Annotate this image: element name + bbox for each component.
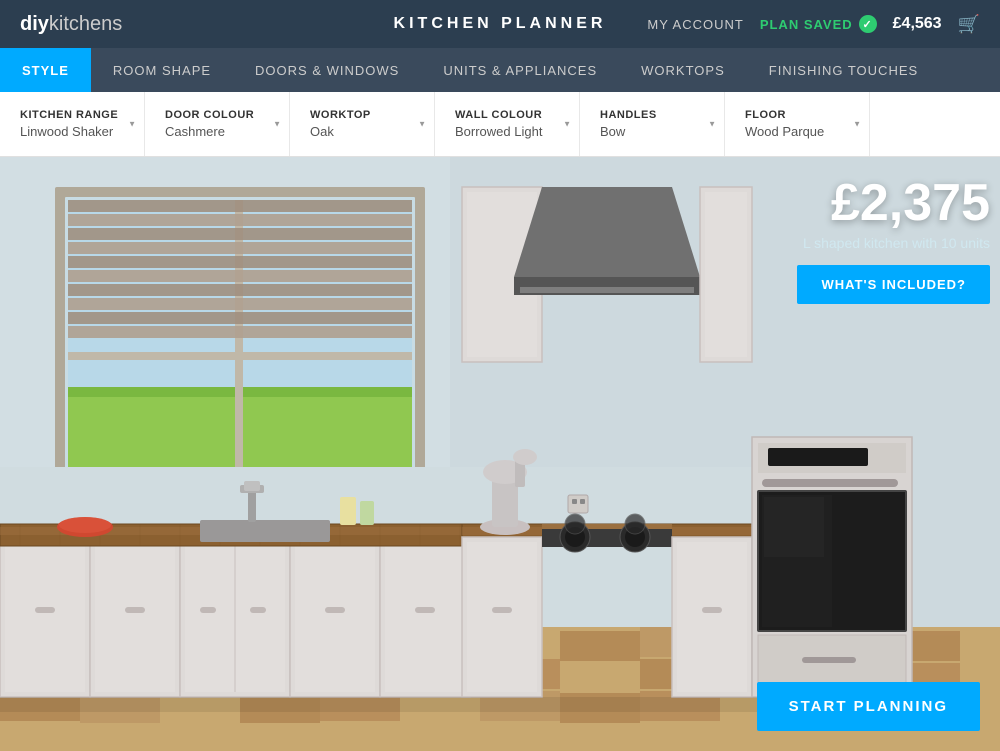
- whats-included-button[interactable]: WHAT'S INCLUDED?: [797, 265, 990, 304]
- option-worktop[interactable]: WORKTOP Oak: [290, 92, 435, 156]
- main-nav: STYLEROOM SHAPEDOORS & WINDOWSUNITS & AP…: [0, 48, 1000, 92]
- option-label-door-colour: DOOR COLOUR: [165, 109, 269, 121]
- option-value-handles: Bow: [600, 124, 704, 139]
- option-door-colour[interactable]: DOOR COLOUR Cashmere: [145, 92, 290, 156]
- logo-kitchens: kitchens: [49, 13, 122, 36]
- header-right: MY ACCOUNT PLAN SAVED ✓ £4,563 🛒: [647, 14, 980, 35]
- option-value-floor: Wood Parque: [745, 124, 849, 139]
- kitchen-scene: £2,375 L shaped kitchen with 10 units WH…: [0, 157, 1000, 751]
- cart-icon[interactable]: 🛒: [958, 14, 980, 35]
- option-label-handles: HANDLES: [600, 109, 704, 121]
- nav-item-units-appliances[interactable]: UNITS & APPLIANCES: [421, 48, 619, 92]
- logo: diy kitchens: [20, 13, 122, 36]
- option-handles[interactable]: HANDLES Bow: [580, 92, 725, 156]
- option-label-wall-colour: WALL COLOUR: [455, 109, 559, 121]
- nav-item-worktops[interactable]: WORKTOPS: [619, 48, 747, 92]
- start-planning-button[interactable]: START PLANNING: [757, 682, 980, 731]
- option-value-wall-colour: Borrowed Light: [455, 124, 559, 139]
- option-label-worktop: WORKTOP: [310, 109, 414, 121]
- check-icon: ✓: [859, 15, 877, 33]
- kitchen-description: L shaped kitchen with 10 units: [797, 235, 990, 251]
- logo-diy: diy: [20, 13, 49, 36]
- kitchen-price: £2,375: [797, 177, 990, 229]
- info-panel: £2,375 L shaped kitchen with 10 units WH…: [797, 177, 990, 304]
- header-title: KITCHEN PLANNER: [394, 15, 607, 33]
- option-value-worktop: Oak: [310, 124, 414, 139]
- my-account-link[interactable]: MY ACCOUNT: [647, 17, 743, 32]
- nav-item-room-shape[interactable]: ROOM SHAPE: [91, 48, 233, 92]
- option-wall-colour[interactable]: WALL COLOUR Borrowed Light: [435, 92, 580, 156]
- option-floor[interactable]: FLOOR Wood Parque: [725, 92, 870, 156]
- option-label-floor: FLOOR: [745, 109, 849, 121]
- nav-item-style[interactable]: STYLE: [0, 48, 91, 92]
- plan-saved-status: PLAN SAVED ✓: [760, 15, 877, 33]
- options-bar: KITCHEN RANGE Linwood ShakerDOOR COLOUR …: [0, 92, 1000, 157]
- kitchen-scene-container: £2,375 L shaped kitchen with 10 units WH…: [0, 157, 1000, 751]
- nav-item-finishing-touches[interactable]: FINISHING TOUCHES: [747, 48, 940, 92]
- nav-item-doors-windows[interactable]: DOORS & WINDOWS: [233, 48, 421, 92]
- header-price: £4,563: [893, 15, 942, 33]
- option-label-kitchen-range: KITCHEN RANGE: [20, 109, 124, 121]
- header: diy kitchens KITCHEN PLANNER MY ACCOUNT …: [0, 0, 1000, 48]
- option-value-door-colour: Cashmere: [165, 124, 269, 139]
- option-value-kitchen-range: Linwood Shaker: [20, 124, 124, 139]
- option-kitchen-range[interactable]: KITCHEN RANGE Linwood Shaker: [0, 92, 145, 156]
